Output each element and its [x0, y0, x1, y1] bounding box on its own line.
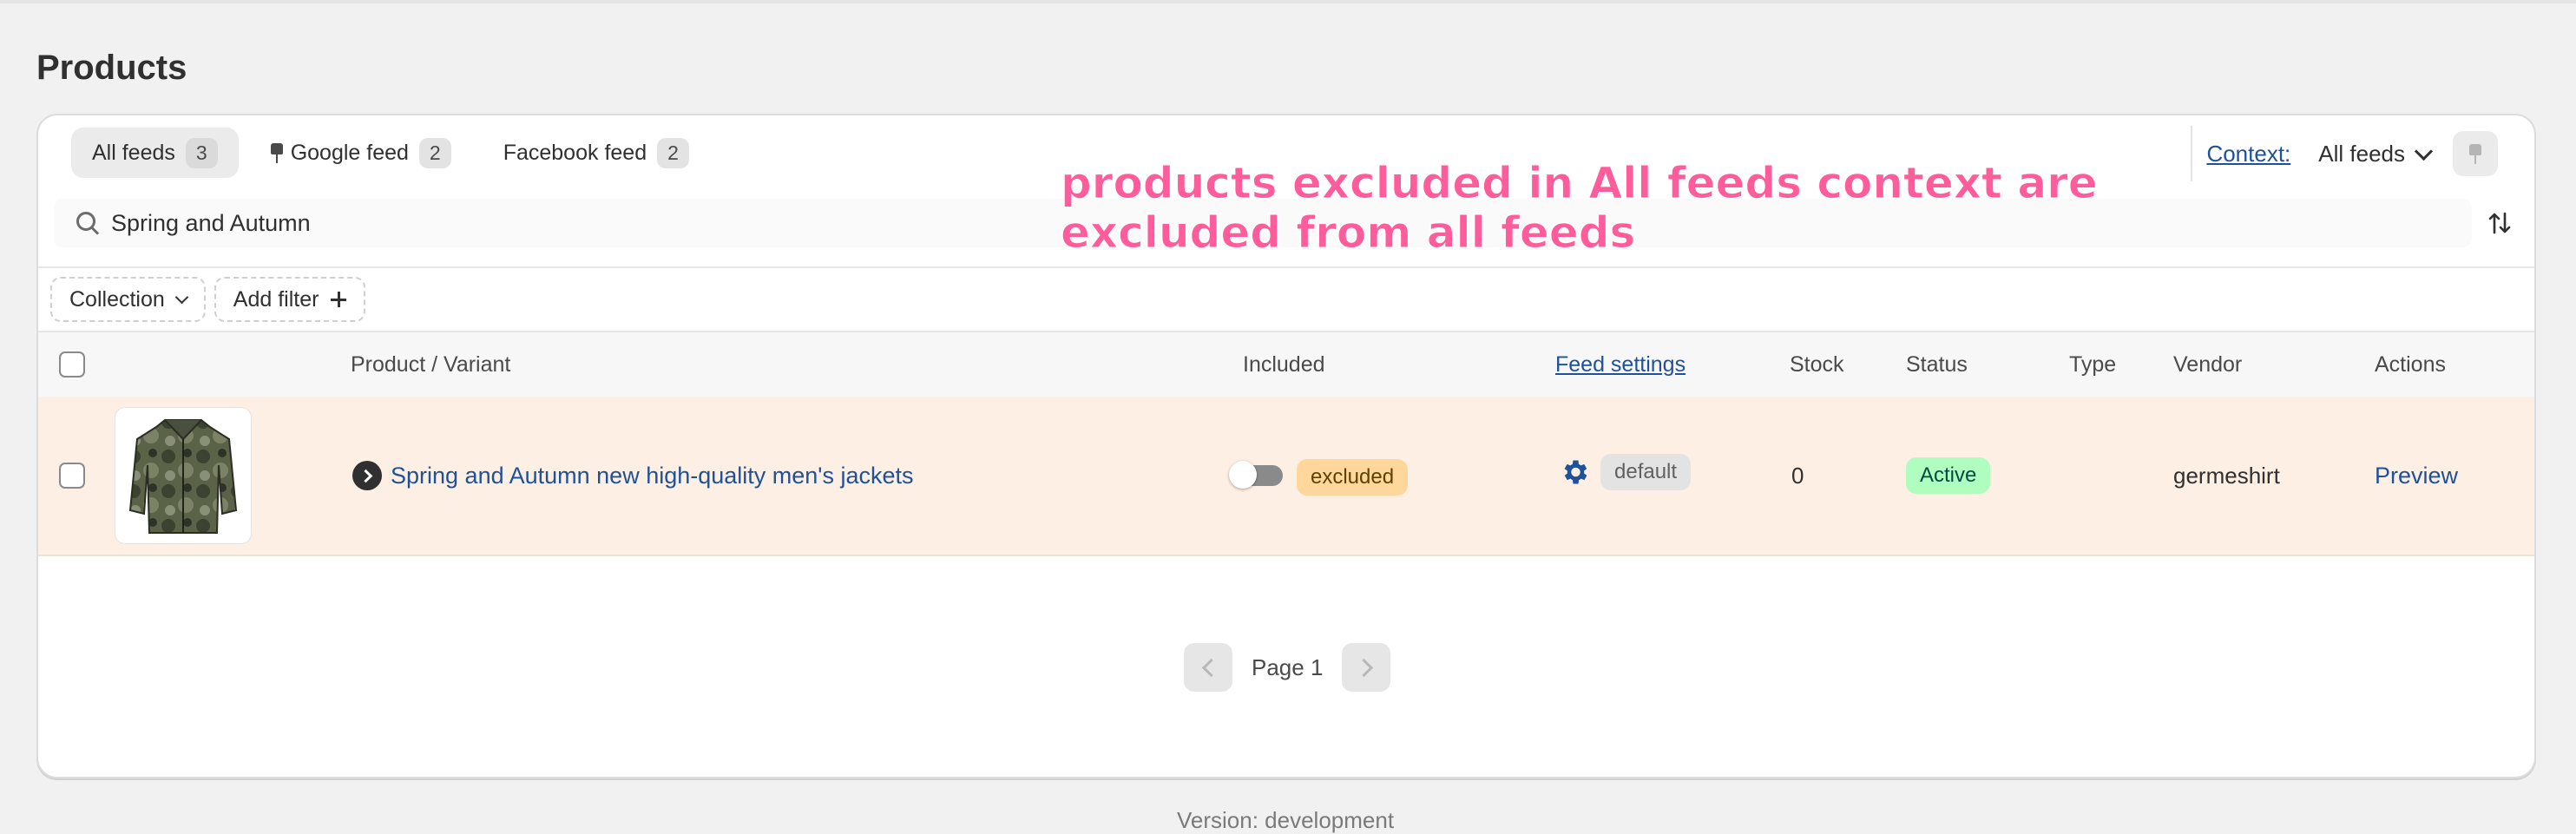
sort-button[interactable] — [2477, 200, 2522, 246]
jacket-image — [128, 419, 238, 534]
included-cell: excluded — [1229, 397, 1409, 555]
collection-filter[interactable]: Collection — [50, 277, 206, 322]
table-row[interactable]: Spring and Autumn new high-quality men's… — [38, 397, 2534, 556]
chevron-down-icon — [174, 290, 189, 304]
preview-link[interactable]: Preview — [2375, 463, 2458, 489]
previous-page-button[interactable] — [1184, 643, 1232, 692]
tab-count: 3 — [185, 137, 218, 168]
tab-all-feeds[interactable]: All feeds 3 — [71, 128, 239, 178]
tab-google-feed[interactable]: Google feed 2 — [249, 128, 472, 178]
select-all-checkbox[interactable] — [59, 351, 85, 378]
version-footer: Version: development — [1177, 807, 1395, 833]
product-thumbnail[interactable] — [115, 407, 252, 544]
products-card: All feeds 3 Google feed 2 Facebook feed … — [36, 114, 2536, 778]
annotation-note: products excluded in All feeds context a… — [1061, 158, 2099, 258]
status-cell: Active — [1906, 397, 1991, 555]
tab-count: 2 — [418, 137, 451, 168]
tab-label: All feeds — [92, 140, 175, 165]
chevron-down-icon — [2414, 141, 2434, 161]
page-label: Page 1 — [1252, 653, 1324, 680]
divider — [38, 266, 2534, 268]
product-cell: Spring and Autumn new high-quality men's… — [352, 397, 914, 555]
actions-cell: Preview — [2375, 397, 2458, 555]
select-all-cell — [59, 332, 85, 397]
tab-count: 2 — [657, 137, 689, 168]
context-selector: Context: All feeds — [2191, 126, 2498, 181]
header-actions: Actions — [2375, 351, 2446, 377]
search-input[interactable]: Spring and Autumn — [111, 210, 311, 237]
pin-context-button[interactable] — [2453, 131, 2498, 176]
sort-icon — [2488, 212, 2511, 234]
page-title: Products — [36, 49, 187, 87]
pagination: Page 1 — [1184, 643, 1391, 692]
stock-value: 0 — [1791, 462, 1804, 489]
context-dropdown[interactable]: All feeds — [2318, 140, 2434, 167]
chevron-left-icon — [1201, 658, 1220, 677]
search-icon — [75, 210, 101, 236]
row-select-cell — [59, 397, 85, 555]
header-product[interactable]: Product / Variant — [351, 332, 510, 397]
filter-label: Collection — [69, 286, 165, 312]
header-stock[interactable]: Stock — [1790, 332, 1844, 397]
tab-label: Google feed — [290, 140, 409, 165]
annotation-line: products excluded in All feeds context a… — [1061, 158, 2099, 208]
pin-icon — [270, 142, 284, 163]
add-filter-button[interactable]: Add filter — [214, 277, 366, 322]
tab-label: Facebook feed — [503, 140, 647, 165]
header-included[interactable]: Included — [1243, 332, 1325, 397]
context-value: All feeds — [2318, 140, 2405, 167]
included-toggle[interactable] — [1229, 461, 1283, 489]
excluded-badge: excluded — [1297, 459, 1409, 496]
plus-icon — [331, 292, 347, 307]
header-vendor[interactable]: Vendor — [2173, 332, 2242, 397]
gear-icon[interactable] — [1559, 456, 1590, 488]
header-status[interactable]: Status — [1906, 332, 1968, 397]
vendor-value: germeshirt — [2173, 462, 2280, 489]
tab-facebook-feed[interactable]: Facebook feed 2 — [483, 128, 710, 178]
header-type[interactable]: Type — [2069, 332, 2116, 397]
filter-bar: Collection Add filter — [50, 277, 366, 322]
annotation-line: excluded from all feeds — [1061, 207, 1636, 258]
feed-settings-cell: default — [1559, 393, 1692, 551]
context-link[interactable]: Context: — [2206, 141, 2290, 167]
next-page-button[interactable] — [1342, 643, 1391, 692]
chevron-right-icon[interactable] — [352, 461, 382, 490]
feed-tabs: All feeds 3 Google feed 2 Facebook feed … — [71, 128, 710, 178]
default-badge: default — [1600, 454, 1692, 490]
thumbnail-cell — [115, 397, 252, 555]
status-badge: Active — [1906, 457, 1991, 494]
header-feed-settings[interactable]: Feed settings — [1555, 332, 1686, 397]
top-border — [0, 0, 2576, 3]
pin-icon — [2468, 143, 2482, 164]
chevron-right-icon — [1354, 658, 1374, 677]
row-checkbox[interactable] — [59, 463, 85, 489]
product-link[interactable]: Spring and Autumn new high-quality men's… — [391, 463, 914, 489]
table-header: Product / Variant Included Feed settings… — [38, 331, 2534, 398]
filter-label: Add filter — [233, 286, 319, 312]
toggle-knob — [1229, 461, 1257, 489]
